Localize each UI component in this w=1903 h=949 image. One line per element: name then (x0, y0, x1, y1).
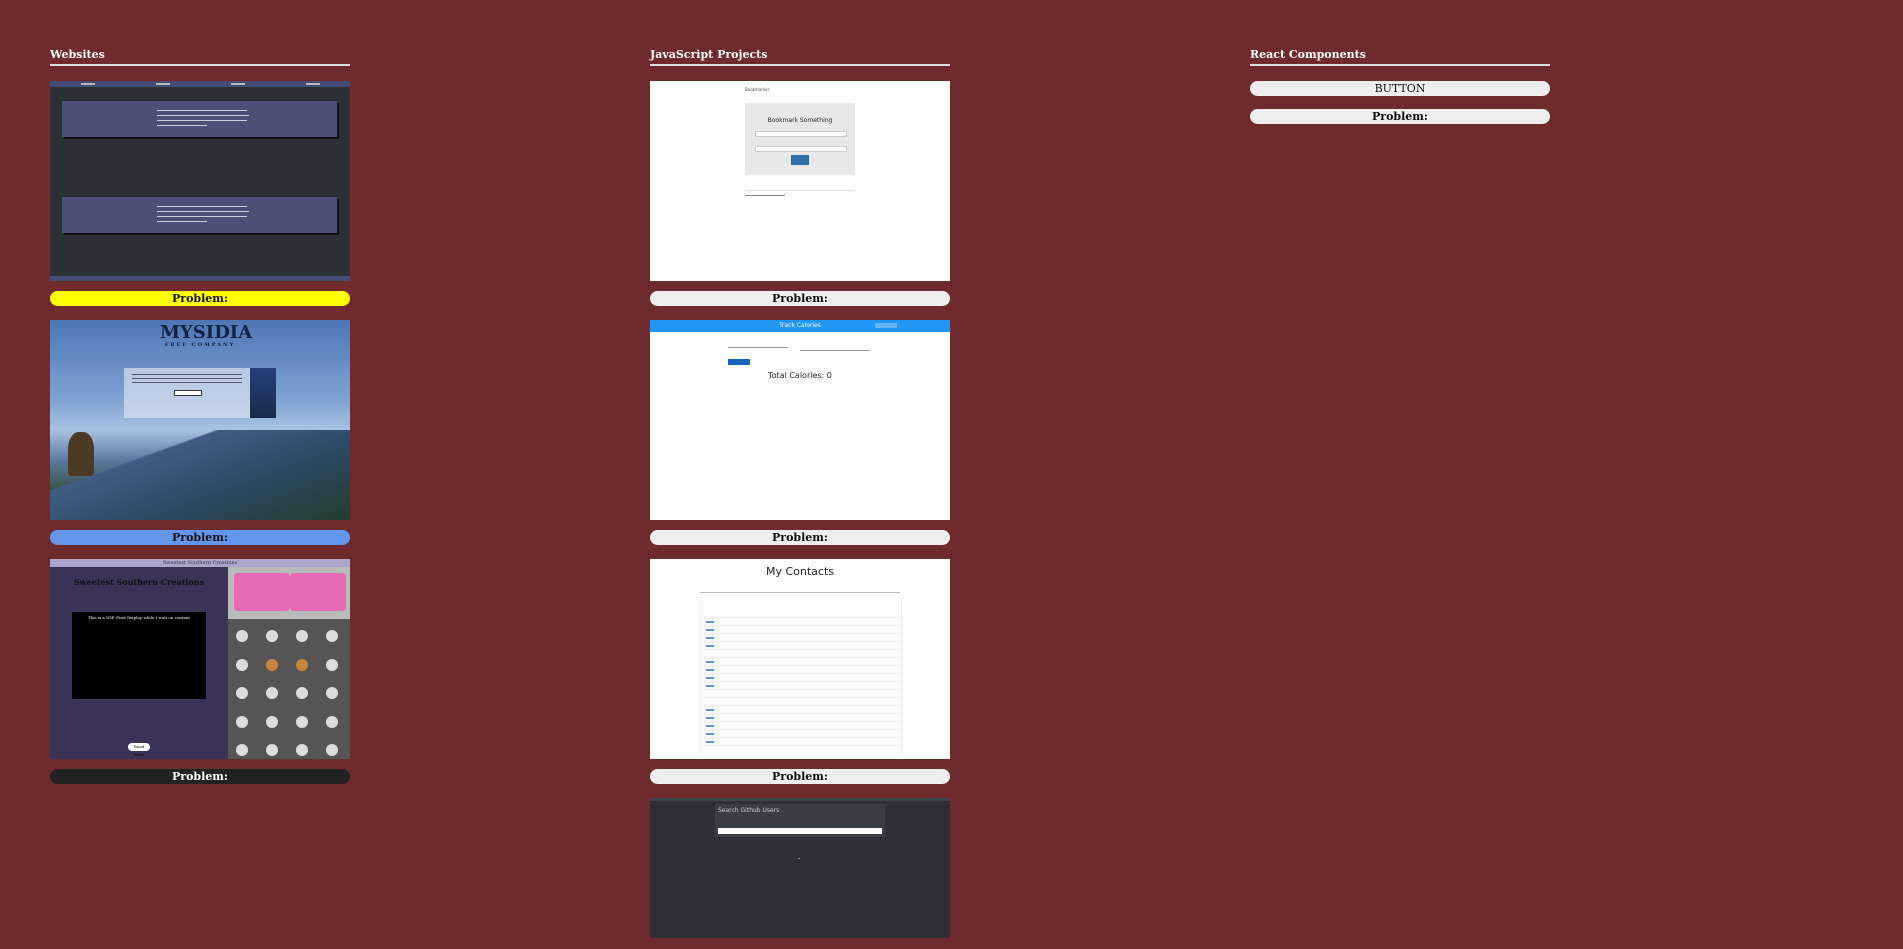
js-thumbnail-github[interactable]: Search Github Users (650, 798, 950, 938)
navbar-title: Track Calories (779, 322, 821, 329)
js-thumbnail-contacts[interactable]: My Contacts (650, 559, 950, 759)
contacts-heading: My Contacts (765, 565, 835, 578)
gallery (228, 567, 350, 759)
problem-button-react[interactable]: Problem: (1250, 109, 1550, 124)
problem-button-website-1[interactable]: Problem: (50, 291, 350, 306)
website-thumbnail-2[interactable]: MYSIDIA FREE COMPANY (50, 320, 350, 520)
thumb-footer (50, 276, 350, 281)
js-thumbnail-calories[interactable]: Track Calories Total Calories: 0 (650, 320, 950, 520)
website-thumbnail-3[interactable]: Sweetest Southern Creations Sweetest Sou… (50, 559, 350, 759)
javascript-heading: JavaScript Projects (650, 48, 950, 66)
thumb-title: Sweetest Southern Creations (73, 577, 205, 587)
websites-column: Websites Problem: MYSIDIA FREE COMPANY Pr… (50, 48, 350, 798)
video-box: This is a WIP. First Display while I wai… (72, 612, 206, 699)
contacts-list (700, 599, 902, 754)
shirt-image (234, 573, 290, 611)
thumb-header: Sweetest Southern Creations (50, 559, 350, 567)
box-title: Bookmark Something (767, 117, 833, 124)
panel-title: Search Github Users (718, 807, 780, 814)
js-thumbnail-bookmarker[interactable]: Bookmarker Bookmark Something (650, 81, 950, 281)
react-heading: React Components (1250, 48, 1550, 66)
thumb-panel (124, 368, 250, 418)
thumb-card (62, 197, 337, 233)
shirt-photos (228, 567, 350, 619)
thumb-card (62, 101, 337, 137)
website-thumbnail-1[interactable] (50, 81, 350, 281)
thumb-nav (50, 81, 350, 87)
thumb-navbar: Track Calories (650, 320, 950, 332)
chocobo-image (68, 432, 94, 476)
thumb-header: Bookmarker (745, 87, 770, 92)
shirt-image (290, 573, 346, 611)
react-column: React Components BUTTON Problem: (1250, 48, 1550, 137)
react-button[interactable]: BUTTON (1250, 81, 1550, 96)
video-text: This is a WIP. First Display while I wai… (87, 615, 191, 620)
problem-button-js-3[interactable]: Problem: (650, 769, 950, 784)
problem-button-js-2[interactable]: Problem: (650, 530, 950, 545)
bookmark-box: Bookmark Something (745, 103, 855, 175)
thumb-logo-text: MYSIDIA (160, 322, 253, 343)
thumb-logo: MYSIDIA FREE COMPANY (160, 324, 252, 349)
mountain-backdrop (50, 430, 350, 520)
github-search-panel: Search Github Users (715, 804, 885, 837)
websites-heading: Websites (50, 48, 350, 66)
add-meal-button (728, 359, 750, 365)
github-search-input (718, 828, 882, 834)
javascript-column: JavaScript Projects Bookmarker Bookmark … (650, 48, 950, 938)
read-more-button: Read More (128, 743, 150, 757)
character-image (250, 368, 276, 418)
problem-button-website-2[interactable]: Problem: (50, 530, 350, 545)
total-calories: Total Calories: 0 (768, 371, 832, 380)
problem-button-website-3[interactable]: Problem: (50, 769, 350, 784)
thumb-logo-sub: FREE COMPANY (164, 342, 236, 348)
problem-button-js-1[interactable]: Problem: (650, 291, 950, 306)
